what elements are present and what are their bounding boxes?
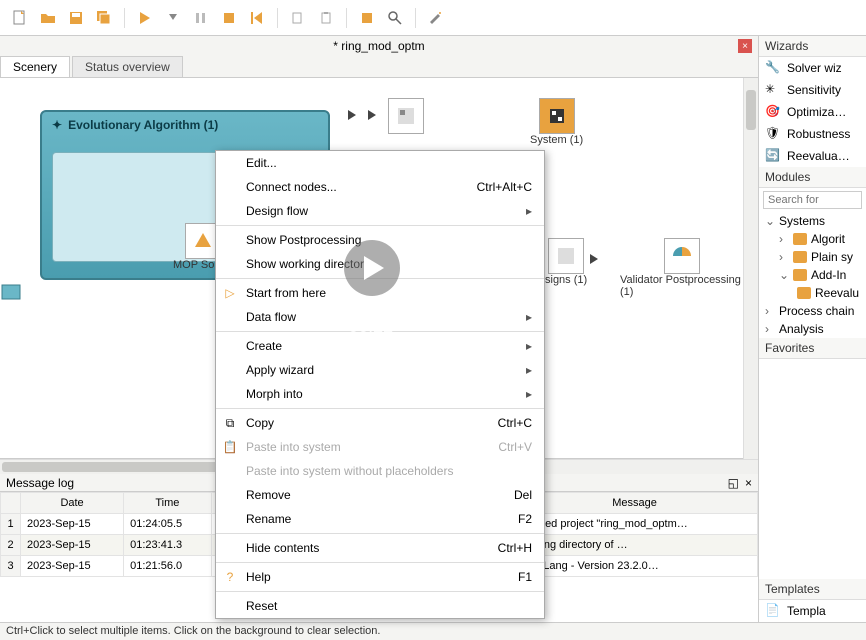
tab-scenery[interactable]: Scenery (0, 56, 70, 77)
ctx-design-flow[interactable]: Design flow▸ (216, 199, 544, 223)
tree-reevaluation[interactable]: Reevalu (759, 284, 866, 302)
ctx-remove[interactable]: RemoveDel (216, 483, 544, 507)
reevaluation-icon: 🔄 (765, 148, 781, 164)
right-sidebar: Wizards 🔧Solver wiz ✳Sensitivity 🎯Optimi… (758, 36, 866, 622)
optimization-icon: 🎯 (765, 104, 781, 120)
wizard-robustness[interactable]: 🛡Robustness (759, 123, 866, 145)
tab-status-overview[interactable]: Status overview (72, 56, 183, 77)
save-icon[interactable] (64, 6, 88, 30)
tree-systems[interactable]: ⌄Systems (759, 212, 866, 230)
ctx-create[interactable]: Create▸ (216, 334, 544, 358)
main-toolbar (0, 0, 866, 36)
robustness-icon: 🛡 (765, 126, 781, 142)
copy-icon: ⧉ (222, 416, 238, 431)
ctx-copy[interactable]: ⧉CopyCtrl+C (216, 411, 544, 435)
video-timestamp: 00:22 (349, 316, 394, 337)
ctx-rename[interactable]: RenameF2 (216, 507, 544, 531)
ctx-edit[interactable]: Edit... (216, 151, 544, 175)
run-icon[interactable] (133, 6, 157, 30)
wizard-reevaluation[interactable]: 🔄Reevalua… (759, 145, 866, 167)
zoom-icon[interactable] (383, 6, 407, 30)
ctx-morph-into[interactable]: Morph into▸ (216, 382, 544, 406)
pause-icon[interactable] (189, 6, 213, 30)
modules-search-input[interactable] (763, 191, 862, 209)
connector-arrow-icon (348, 110, 356, 120)
run-menu-icon[interactable] (161, 6, 185, 30)
help-icon: ? (222, 570, 238, 584)
connector-arrow-icon (590, 254, 598, 264)
tree-addin[interactable]: ⌄Add-In (759, 266, 866, 284)
connector-arrow-icon (368, 110, 376, 120)
validator-postprocessing-node[interactable]: Validator Postprocessing (1) (620, 238, 743, 298)
folder-icon (793, 233, 807, 245)
fit-icon[interactable] (355, 6, 379, 30)
favorites-panel-title: Favorites (759, 338, 866, 359)
sensitivity-icon: ✳ (765, 82, 781, 98)
canvas-connector-icon (0, 283, 22, 304)
document-title: * ring_mod_optm (333, 39, 424, 53)
document-title-bar: * ring_mod_optm × (0, 36, 758, 56)
video-play-button[interactable] (344, 240, 400, 296)
rewind-icon[interactable] (245, 6, 269, 30)
tree-plain-system[interactable]: ›Plain sy (759, 248, 866, 266)
tabs-row: Scenery Status overview (0, 56, 758, 78)
wizard-solver[interactable]: 🔧Solver wiz (759, 57, 866, 79)
context-menu: Edit... Connect nodes...Ctrl+Alt+C Desig… (215, 150, 545, 619)
paste-icon[interactable] (314, 6, 338, 30)
play-icon: ▷ (222, 286, 238, 300)
ctx-paste-without-placeholders: Paste into system without placeholders (216, 459, 544, 483)
tree-algorithm[interactable]: ›Algorit (759, 230, 866, 248)
folder-icon (793, 269, 807, 281)
ctx-paste-into-system: 📋Paste into systemCtrl+V (216, 435, 544, 459)
wizards-panel-title: Wizards (759, 36, 866, 57)
wizard-optimization[interactable]: 🎯Optimiza… (759, 101, 866, 123)
wizard-icon[interactable] (424, 6, 448, 30)
system-node[interactable]: System (1) (530, 98, 583, 146)
modules-panel-title: Modules (759, 167, 866, 188)
new-file-icon[interactable] (8, 6, 32, 30)
folder-icon (797, 287, 811, 299)
ctx-reset[interactable]: Reset (216, 594, 544, 618)
tree-process-chain[interactable]: ›Process chain (759, 302, 866, 320)
wizard-sensitivity[interactable]: ✳Sensitivity (759, 79, 866, 101)
folder-icon (793, 251, 807, 263)
status-bar: Ctrl+Click to select multiple items. Cli… (0, 622, 866, 640)
templates-panel-title: Templates (759, 579, 866, 600)
signs-node[interactable]: signs (1) (545, 238, 587, 286)
template-icon: 📄 (765, 603, 781, 619)
msglog-dock-icon[interactable]: ◱ (728, 476, 739, 490)
node-block[interactable] (388, 98, 424, 134)
ctx-hide-contents[interactable]: Hide contentsCtrl+H (216, 536, 544, 560)
ctx-connect-nodes[interactable]: Connect nodes...Ctrl+Alt+C (216, 175, 544, 199)
solver-icon: 🔧 (765, 60, 781, 76)
paste-icon: 📋 (222, 440, 238, 454)
ctx-help[interactable]: ?HelpF1 (216, 565, 544, 589)
stop-icon[interactable] (217, 6, 241, 30)
msglog-close-icon[interactable]: × (745, 476, 752, 490)
tree-analysis[interactable]: ›Analysis (759, 320, 866, 338)
save-all-icon[interactable] (92, 6, 116, 30)
template-item[interactable]: 📄Templa (759, 600, 866, 622)
copy-icon[interactable] (286, 6, 310, 30)
wand-icon: ✦ (52, 118, 62, 132)
canvas-vertical-scrollbar[interactable] (743, 78, 758, 459)
ctx-apply-wizard[interactable]: Apply wizard▸ (216, 358, 544, 382)
open-folder-icon[interactable] (36, 6, 60, 30)
document-close-icon[interactable]: × (738, 39, 752, 53)
